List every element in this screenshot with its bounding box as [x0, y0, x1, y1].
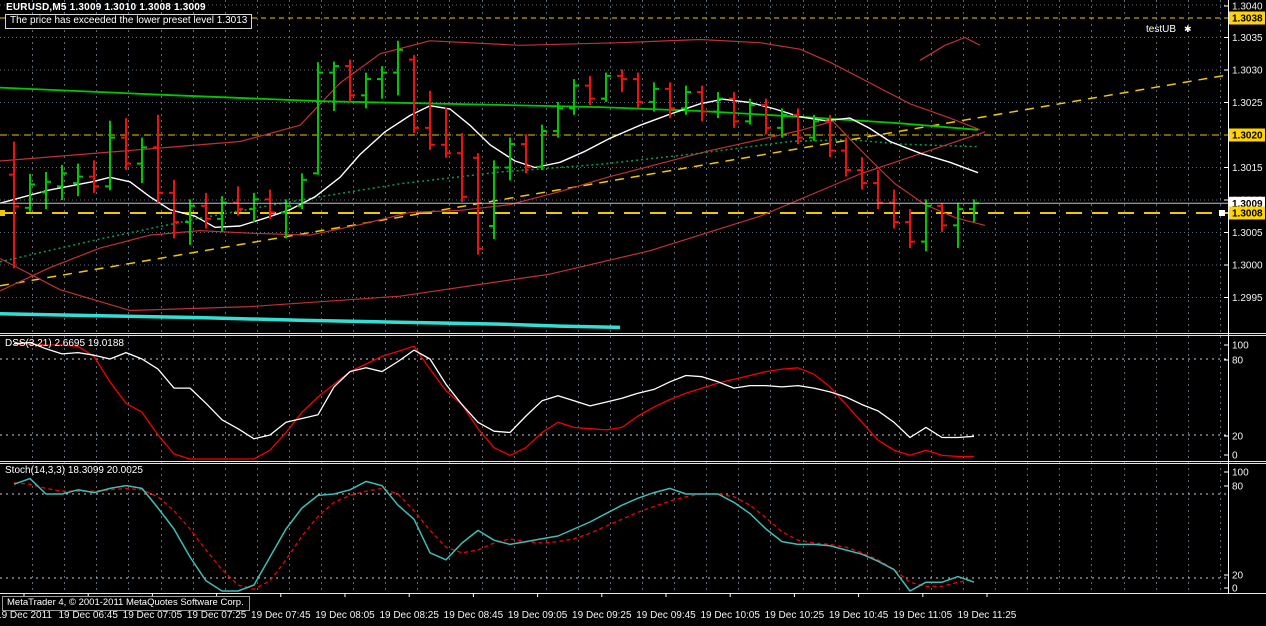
stoch-axis-label: 20: [1232, 571, 1244, 582]
price-axis-label: 1.3025: [1232, 98, 1263, 109]
stoch-indicator-label: Stoch(14,3,3) 18.3099 20.0025: [5, 465, 143, 477]
price-axis-label: 1.2995: [1232, 293, 1263, 304]
time-axis-label: 19 Dec 08:45: [444, 610, 504, 621]
price-axis-label: 1.3030: [1232, 66, 1263, 77]
dss-axis-label: 100: [1232, 341, 1249, 352]
dss-axis-label: 20: [1232, 432, 1244, 443]
time-axis-label: 19 Dec 11:05: [893, 610, 952, 621]
dss-axis-label: 0: [1232, 451, 1238, 462]
line-handle-left[interactable]: [0, 210, 5, 216]
time-axis-label: 19 Dec 11:25: [958, 610, 1017, 621]
chart-title-ohlc: EURUSD,M5 1.3009 1.3010 1.3008 1.3009: [6, 2, 206, 14]
price-badge-text: 1.3020: [1232, 131, 1263, 142]
stoch-axis-label: 100: [1232, 468, 1249, 479]
dss-indicator-label: DSS(3,21) 2.6695 19.0188: [5, 338, 124, 350]
line-handle-right[interactable]: [1219, 210, 1225, 216]
price-axis-label: 1.3035: [1232, 33, 1263, 44]
copyright-text: MetaTrader 4, © 2001-2011 MetaQuotes Sof…: [2, 596, 250, 611]
time-axis-label: 19 Dec 09:05: [508, 610, 568, 621]
time-axis-label: 19 Dec 08:25: [379, 610, 439, 621]
trend-object-label[interactable]: testUB ✱: [1146, 23, 1192, 36]
price-axis-label: 1.3015: [1232, 163, 1263, 174]
time-axis-label: 19 Dec 10:45: [829, 610, 889, 621]
dss-axis-label: 80: [1232, 356, 1244, 367]
price-axis-label: 1.3005: [1232, 228, 1263, 239]
price-badge-text: 1.3038: [1232, 14, 1263, 25]
time-axis-label: 19 Dec 10:25: [765, 610, 825, 621]
price-axis-label: 1.3040: [1232, 2, 1263, 13]
time-axis-label: 19 Dec 2011: [0, 610, 52, 621]
alert-message: The price has exceeded the lower preset …: [5, 14, 252, 29]
object-name-text: testUB: [1146, 24, 1176, 35]
stoch-axis-label: 80: [1232, 482, 1244, 493]
price-badge-text: 1.3008: [1232, 209, 1263, 220]
time-axis-label: 19 Dec 09:45: [636, 610, 696, 621]
time-axis-label: 19 Dec 07:45: [251, 610, 311, 621]
stoch-axis-label: 0: [1232, 584, 1238, 595]
trading-chart-canvas[interactable]: 1.30401.30351.30301.30251.30151.30101.30…: [0, 0, 1266, 626]
price-axis-label: 1.3000: [1232, 261, 1263, 272]
object-marker-icon: ✱: [1184, 24, 1192, 34]
chart-background[interactable]: [0, 0, 1266, 626]
time-axis-label: 19 Dec 07:25: [187, 610, 247, 621]
time-axis-label: 19 Dec 06:45: [58, 610, 118, 621]
time-axis-label: 19 Dec 09:25: [572, 610, 632, 621]
time-axis-label: 19 Dec 10:05: [700, 610, 760, 621]
time-axis-label: 19 Dec 08:05: [315, 610, 375, 621]
time-axis-label: 19 Dec 07:05: [123, 610, 183, 621]
